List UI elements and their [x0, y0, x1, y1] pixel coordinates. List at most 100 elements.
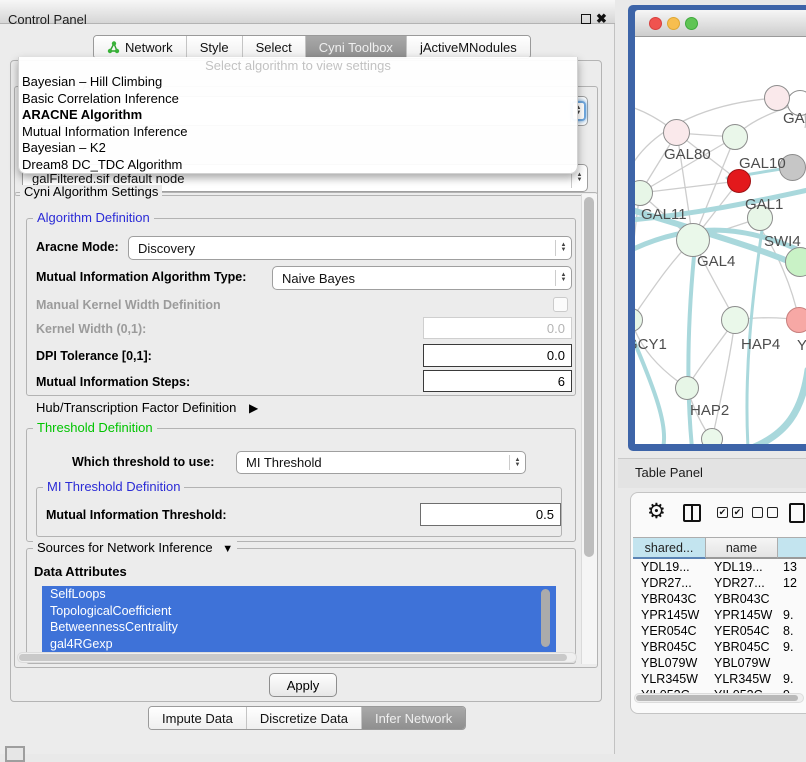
mi-threshold-legend: MI Threshold Definition	[43, 480, 184, 494]
column-header-name[interactable]: name	[706, 537, 778, 559]
combo-stepper-icon: ▲▼	[572, 173, 587, 183]
table-cell[interactable]: YPR145W	[633, 607, 706, 623]
table-cell[interactable]: YBL079W	[633, 655, 706, 671]
table-cell[interactable]: 9.	[778, 639, 806, 655]
minimize-traffic-light-icon[interactable]	[667, 17, 680, 30]
node-label: GAL10	[739, 155, 786, 172]
mi-type-label: Mutual Information Algorithm Type:	[36, 268, 246, 286]
tab-discretize-data[interactable]: Discretize Data	[246, 707, 361, 729]
list-item[interactable]: gal4RGexp	[42, 636, 556, 653]
table-cell[interactable]: YBR043C	[706, 591, 778, 607]
close-traffic-light-icon[interactable]	[649, 17, 662, 30]
network-node[interactable]	[701, 428, 723, 444]
zoom-traffic-light-icon[interactable]	[685, 17, 698, 30]
mi-type-combobox[interactable]: Naive Bayes ▲▼	[272, 266, 572, 290]
settings-hscrollbar-thumb[interactable]	[19, 654, 567, 661]
table-hscrollbar-thumb[interactable]	[636, 695, 798, 701]
dropdown-item[interactable]: Mutual Information Inference	[19, 124, 577, 141]
tab-infer-network[interactable]: Infer Network	[361, 707, 465, 729]
float-window-icon[interactable]	[581, 14, 591, 24]
table-cell[interactable]	[778, 591, 806, 607]
apply-button[interactable]: Apply	[269, 673, 337, 697]
network-node-hap2[interactable]	[675, 376, 699, 400]
dropdown-item[interactable]: Dream8 DC_TDC Algorithm	[19, 157, 577, 174]
combo-stepper-icon: ▲▼	[556, 243, 571, 253]
table-cell[interactable]: YBR043C	[633, 591, 706, 607]
network-node-salmon[interactable]	[786, 307, 806, 333]
data-attributes-list: SelfLoops TopologicalCoefficient Between…	[42, 586, 556, 652]
tab-select[interactable]: Select	[242, 36, 305, 58]
control-panel-tabbar: Network Style Select Cyni Toolbox jActiv…	[93, 35, 531, 59]
table-cell[interactable]: 9.	[778, 607, 806, 623]
table-cell[interactable]: YER054C	[706, 623, 778, 639]
table-cell[interactable]: YER054C	[633, 623, 706, 639]
aracne-mode-combobox[interactable]: Discovery ▲▼	[128, 236, 572, 260]
mi-threshold-input[interactable]: 0.5	[420, 503, 561, 526]
node-label: GAL4	[697, 253, 735, 270]
node-label: GAL	[783, 110, 806, 127]
network-node-hap4[interactable]	[721, 306, 749, 334]
kernel-width-input[interactable]: 0.0	[423, 317, 572, 339]
network-node[interactable]	[764, 85, 790, 111]
table-cell[interactable]: YLR345W	[706, 671, 778, 687]
dpi-tolerance-label: DPI Tolerance [0,1]:	[36, 347, 152, 365]
close-icon[interactable]: ✖	[596, 11, 607, 27]
list-item[interactable]: SelfLoops	[42, 586, 556, 603]
table-cell[interactable]: YBR045C	[706, 639, 778, 655]
table-cell[interactable]: YPR145W	[706, 607, 778, 623]
deselect-all-checkboxes-icon[interactable]	[752, 507, 778, 518]
table-cell[interactable]: YDR27...	[633, 575, 706, 591]
table-panel-title: Table Panel	[635, 465, 703, 480]
table-cell[interactable]: 9.	[778, 671, 806, 687]
table-cell[interactable]: 12	[778, 575, 806, 591]
network-node-gal80[interactable]	[663, 119, 690, 146]
network-node-gal4[interactable]	[676, 223, 710, 257]
table-cell[interactable]: YDL19...	[706, 559, 778, 575]
column-header-shared-name[interactable]: shared...	[633, 537, 706, 559]
settings-vscrollbar-thumb[interactable]	[584, 197, 594, 557]
manual-kernel-checkbox[interactable]	[553, 297, 568, 312]
resize-grip-icon[interactable]	[5, 746, 25, 762]
network-node-gal10[interactable]	[722, 124, 748, 150]
mi-steps-input[interactable]: 6	[423, 370, 572, 392]
network-canvas[interactable]: GAL80 GAL10 GAL1 GAL11 SWI4 GAL4 GCY1 HA…	[635, 37, 806, 444]
split-columns-icon[interactable]	[683, 504, 701, 522]
hub-definition-toggle[interactable]: Hub/Transcription Factor Definition ▶	[36, 399, 258, 417]
table-cell[interactable]: YBR045C	[633, 639, 706, 655]
dropdown-item[interactable]: Bayesian – K2	[19, 140, 577, 157]
table-cell[interactable]: YDL19...	[633, 559, 706, 575]
list-item[interactable]: TopologicalCoefficient	[42, 603, 556, 620]
kernel-width-label: Kernel Width (0,1):	[36, 320, 146, 338]
network-view-titlebar[interactable]	[635, 10, 806, 37]
which-threshold-label: Which threshold to use:	[72, 453, 214, 471]
table-cell[interactable]: YLR345W	[633, 671, 706, 687]
table-cell[interactable]: YBL079W	[706, 655, 778, 671]
column-header-clipped[interactable]	[778, 537, 806, 559]
new-table-icon[interactable]	[789, 503, 805, 523]
dropdown-item[interactable]: Basic Correlation Inference	[19, 91, 577, 108]
table-panel-box: ⚙ ✔ ✔ shared... name YDL19... YDL19... 1…	[630, 492, 806, 714]
dropdown-item[interactable]: Bayesian – Hill Climbing	[19, 74, 577, 91]
sources-legend[interactable]: Sources for Network Inference ▼	[33, 541, 237, 556]
list-item[interactable]: BetweennessCentrality	[42, 619, 556, 636]
select-all-checkboxes-icon[interactable]: ✔ ✔	[717, 507, 743, 518]
node-label: GAL1	[745, 196, 783, 213]
node-label: HAP4	[741, 336, 780, 353]
dropdown-item-selected[interactable]: ARACNE Algorithm	[19, 107, 577, 124]
tab-style[interactable]: Style	[186, 36, 242, 58]
tab-impute-data[interactable]: Impute Data	[149, 707, 246, 729]
table-cell[interactable]: 8.	[778, 623, 806, 639]
list-scrollbar[interactable]	[541, 589, 550, 647]
dpi-tolerance-input[interactable]: 0.0	[423, 344, 572, 367]
tab-jactivemnodules[interactable]: jActiveMNodules	[406, 36, 530, 58]
table-cell[interactable]: 13	[778, 559, 806, 575]
table-cell[interactable]	[778, 655, 806, 671]
combo-stepper-icon: ▲▼	[556, 273, 571, 283]
tab-network[interactable]: Network	[94, 36, 186, 58]
network-node-gal1-red[interactable]	[727, 169, 751, 193]
which-threshold-combobox[interactable]: MI Threshold ▲▼	[236, 451, 526, 474]
table-cell[interactable]: YDR27...	[706, 575, 778, 591]
node-label: SWI4	[764, 233, 801, 250]
tab-cyni-toolbox[interactable]: Cyni Toolbox	[305, 36, 406, 58]
gear-icon[interactable]: ⚙	[647, 499, 666, 524]
